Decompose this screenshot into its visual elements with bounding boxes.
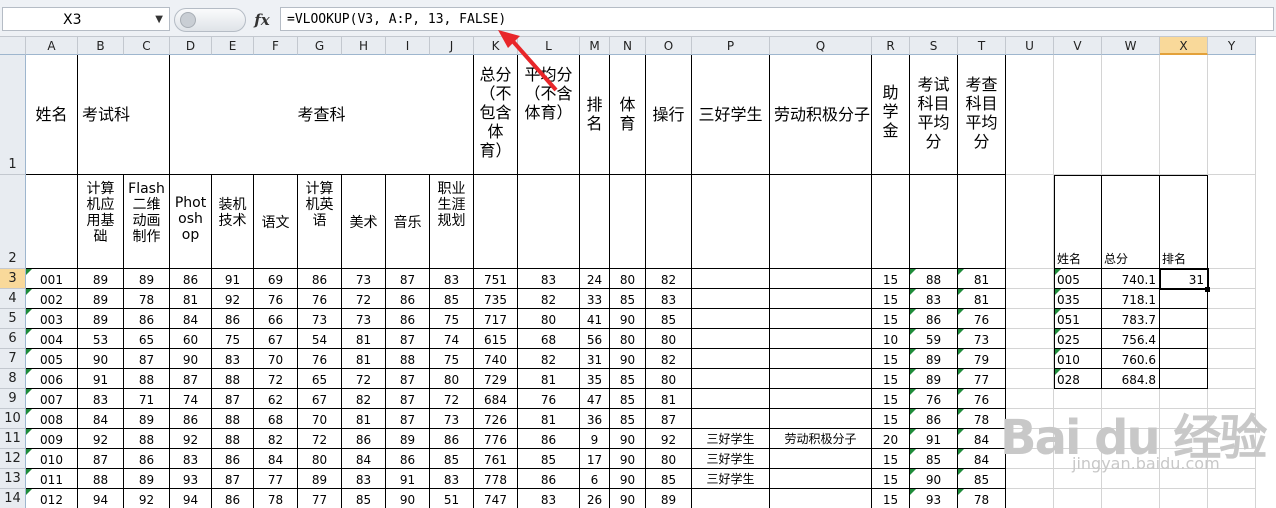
annotation-arrow — [498, 30, 558, 92]
